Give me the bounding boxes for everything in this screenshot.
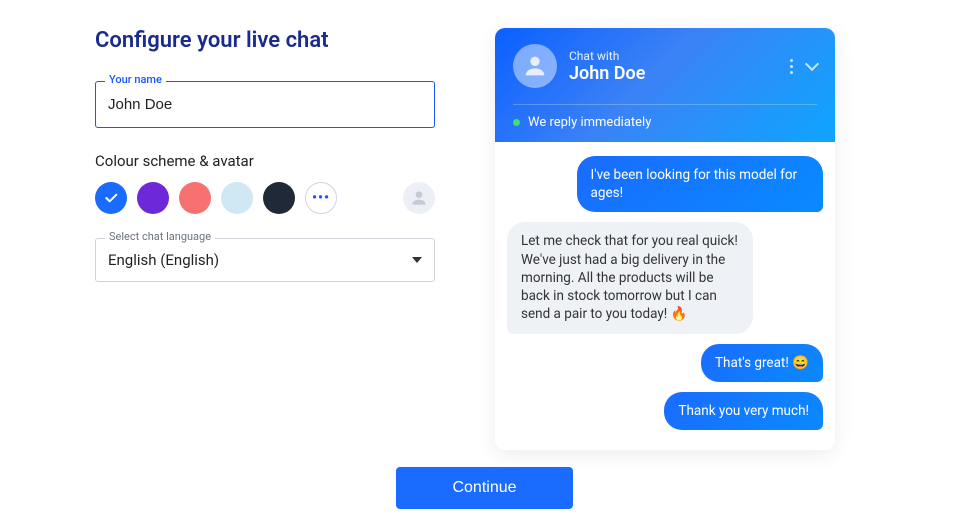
language-field-group: Select chat language English (English) bbox=[95, 238, 435, 282]
colour-swatch[interactable] bbox=[137, 182, 169, 214]
colour-swatch[interactable] bbox=[263, 182, 295, 214]
name-field-group: Your name bbox=[95, 81, 435, 128]
user-message: Thank you very much! bbox=[664, 392, 823, 430]
language-select[interactable]: English (English) bbox=[95, 238, 435, 282]
caret-down-icon bbox=[412, 257, 422, 263]
avatar-picker[interactable] bbox=[403, 182, 435, 214]
chat-header: Chat with John Doe We reply immediately bbox=[495, 28, 835, 142]
continue-bar: Continue bbox=[0, 467, 969, 509]
user-message: I've been looking for this model for age… bbox=[577, 156, 823, 212]
colour-section-label: Colour scheme & avatar bbox=[95, 152, 435, 170]
user-icon bbox=[409, 188, 429, 208]
user-icon bbox=[521, 52, 549, 80]
colour-swatch[interactable] bbox=[221, 182, 253, 214]
name-input[interactable] bbox=[95, 81, 435, 128]
agent-message: Let me check that for you real quick! We… bbox=[507, 222, 753, 333]
colour-swatch[interactable] bbox=[95, 182, 127, 214]
chevron-down-icon[interactable] bbox=[805, 57, 819, 71]
chat-with-label: Chat with bbox=[569, 49, 645, 63]
chat-body: I've been looking for this model for age… bbox=[495, 142, 835, 450]
language-field-label: Select chat language bbox=[105, 230, 215, 243]
language-value: English (English) bbox=[108, 251, 219, 269]
operator-name: John Doe bbox=[569, 63, 645, 84]
colour-swatch[interactable] bbox=[179, 182, 211, 214]
reply-status-bar: We reply immediately bbox=[513, 104, 817, 142]
check-icon bbox=[103, 190, 119, 206]
online-status-dot bbox=[513, 119, 520, 126]
operator-avatar bbox=[513, 44, 557, 88]
chat-preview: Chat with John Doe We reply immediately … bbox=[495, 28, 835, 450]
more-colours-button[interactable]: ••• bbox=[305, 182, 337, 214]
user-message: That's great! 😄 bbox=[701, 344, 823, 382]
reply-status-text: We reply immediately bbox=[528, 115, 651, 130]
swatch-row: ••• bbox=[95, 182, 435, 214]
continue-button[interactable]: Continue bbox=[396, 467, 572, 509]
name-field-label: Your name bbox=[105, 73, 166, 86]
page-title: Configure your live chat bbox=[95, 28, 435, 53]
menu-icon[interactable] bbox=[790, 59, 793, 74]
